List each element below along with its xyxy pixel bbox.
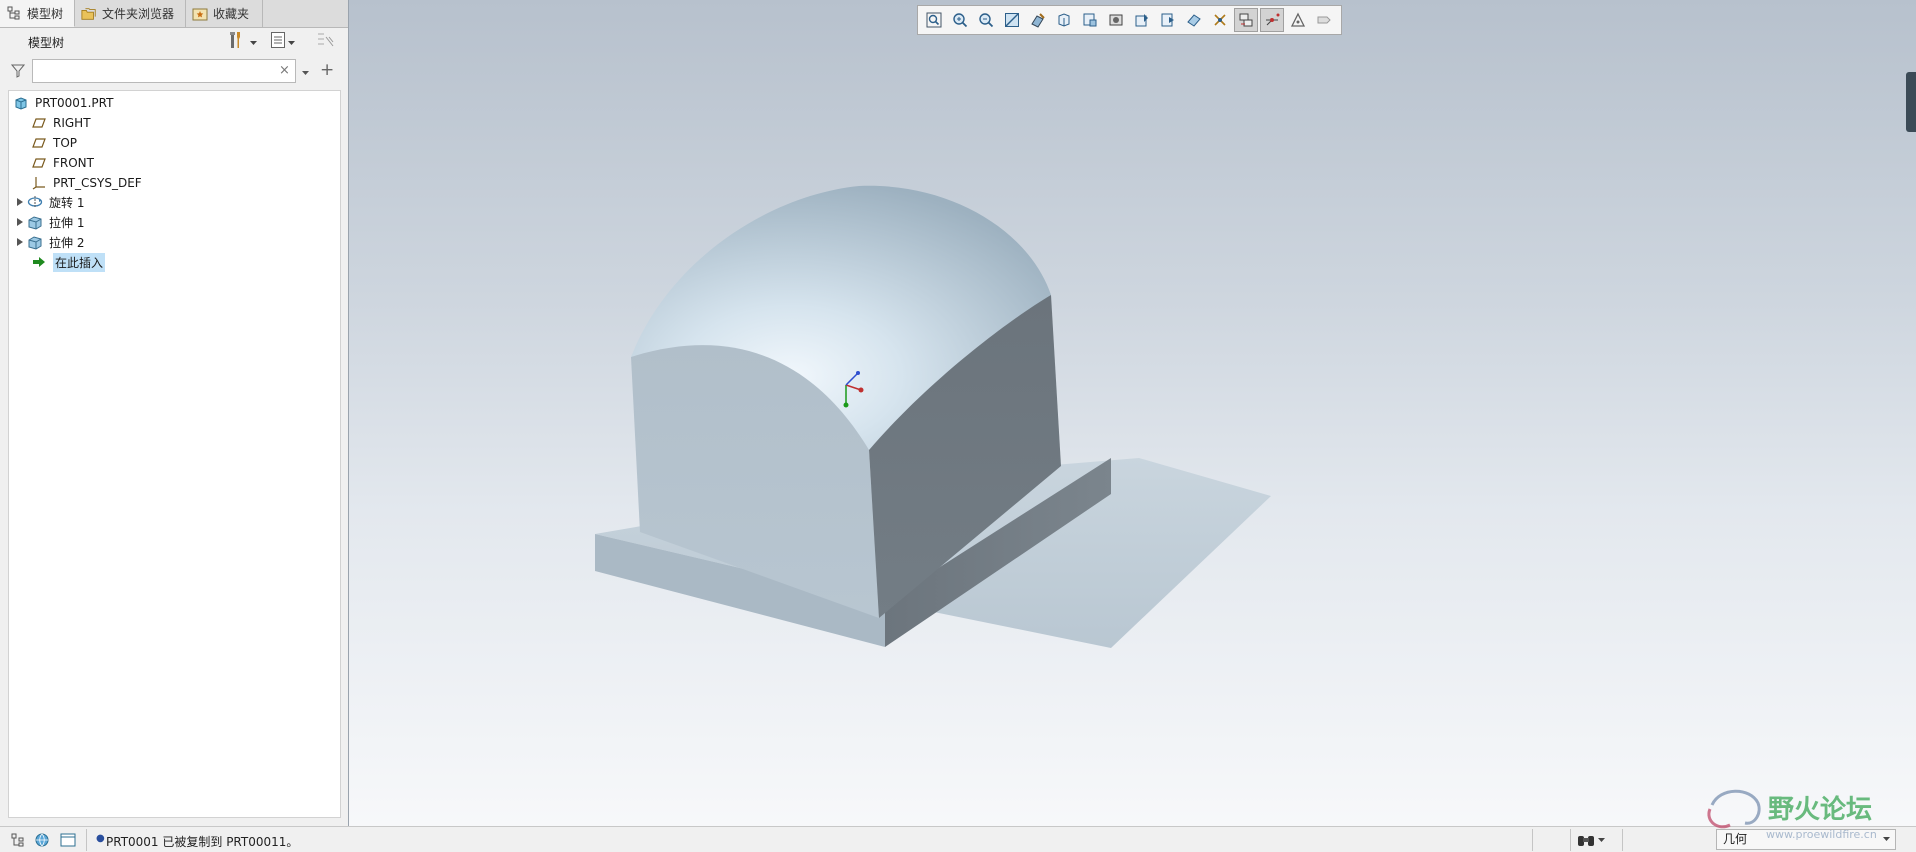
tools-icon [228, 31, 248, 53]
datum-plane-icon [31, 155, 47, 171]
browser-icon [35, 833, 49, 847]
chevron-down-icon [288, 35, 296, 50]
model-tree-icon [6, 5, 22, 21]
message-bullet-icon: ● [96, 833, 105, 844]
tree-node-label: FRONT [53, 156, 94, 170]
side-panel-handle[interactable] [1906, 72, 1916, 132]
filter-icon[interactable] [10, 64, 26, 82]
tree-node-datum-right[interactable]: RIGHT [31, 113, 91, 133]
browser-button[interactable] [33, 831, 51, 849]
binoculars-icon [1578, 836, 1594, 846]
model-tree-panel: 模型树 文件夹浏览器 收藏夹 模型树 × + PRT0001.PRT RIGHT… [0, 0, 349, 826]
expand-arrow-icon[interactable] [16, 237, 24, 247]
insert-arrow-icon [31, 254, 47, 270]
toggle-navigator-button[interactable] [9, 831, 27, 849]
datum-plane-icon [31, 115, 47, 131]
status-bar: ● PRT0001 已被复制到 PRT00011。 几何 [0, 826, 1916, 852]
datum-plane-icon [31, 135, 47, 151]
tree-node-label: 拉伸 1 [49, 215, 85, 230]
watermark-logo: 野火论坛 www.proewildfire.cn [1707, 789, 1877, 841]
status-separator [86, 829, 87, 851]
tree-node-label: RIGHT [53, 116, 91, 130]
folder-browser-icon [81, 6, 97, 22]
tree-node-label: PRT_CSYS_DEF [53, 176, 142, 190]
chevron-down-icon[interactable] [302, 65, 310, 80]
tree-node-label: 旋转 1 [49, 195, 85, 210]
tree-node-label: PRT0001.PRT [35, 96, 114, 110]
tree-node-datum-front[interactable]: FRONT [31, 153, 94, 173]
model-tree: PRT0001.PRT RIGHT TOP FRONT PRT_CSYS_DEF… [8, 90, 341, 818]
chevron-down-icon [1598, 837, 1605, 842]
tree-node-label: 拉伸 2 [49, 235, 85, 250]
tree-node-part[interactable]: PRT0001.PRT [13, 93, 113, 113]
tree-settings-button[interactable] [228, 32, 258, 52]
tree-search-input[interactable] [32, 59, 296, 83]
clear-search-icon[interactable]: × [279, 63, 290, 78]
tab-model-tree[interactable]: 模型树 [0, 0, 75, 27]
tree-filter-row: × + [0, 56, 348, 86]
tab-model-tree-label: 模型树 [27, 6, 64, 21]
extrude-icon [27, 214, 43, 230]
tree-node-revolve-1[interactable]: 旋转 1 [27, 192, 84, 212]
model-tree-title: 模型树 [28, 36, 65, 50]
navigator-icon [11, 833, 24, 847]
panel-tab-bar: 模型树 文件夹浏览器 收藏夹 [0, 0, 348, 28]
full-screen-button[interactable] [59, 831, 77, 849]
tree-node-extrude-1[interactable]: 拉伸 1 [27, 212, 84, 232]
favorites-icon [192, 6, 208, 22]
model-tree-header: 模型树 [0, 28, 348, 56]
show-options-button[interactable] [270, 32, 296, 52]
tree-node-insert-here[interactable]: 在此插入 [31, 252, 106, 272]
tree-node-label: 在此插入 [53, 252, 106, 272]
status-message: PRT0001 已被复制到 PRT00011。 [106, 835, 299, 849]
chevron-down-icon [250, 35, 258, 50]
find-button[interactable] [1577, 830, 1613, 850]
tab-folder-browser-label: 文件夹浏览器 [102, 7, 175, 21]
forum-watermark: 野火论坛 www.proewildfire.cn [1700, 785, 1910, 845]
expand-arrow-icon[interactable] [16, 197, 24, 207]
watermark-title: 野火论坛 [1768, 795, 1872, 825]
tree-node-extrude-2[interactable]: 拉伸 2 [27, 232, 84, 252]
tab-folder-browser[interactable]: 文件夹浏览器 [75, 0, 186, 27]
list-options-icon [270, 31, 286, 53]
expand-arrow-icon[interactable] [16, 217, 24, 227]
tree-node-csys[interactable]: PRT_CSYS_DEF [31, 173, 142, 193]
watermark-url: www.proewildfire.cn [1766, 828, 1877, 841]
add-filter-icon[interactable]: + [320, 60, 334, 80]
status-separator [1532, 829, 1533, 851]
part-model-3d[interactable] [349, 0, 1916, 826]
tree-columns-icon [316, 31, 336, 53]
status-separator [1622, 829, 1623, 851]
tab-favorites-label: 收藏夹 [213, 7, 250, 21]
status-separator [1570, 829, 1571, 851]
graphics-window[interactable] [349, 0, 1916, 826]
tree-node-label: TOP [53, 136, 78, 150]
tree-columns-button[interactable] [316, 32, 336, 52]
window-icon [60, 833, 76, 847]
extrude-icon [27, 234, 43, 250]
part-icon [13, 95, 29, 111]
tree-node-datum-top[interactable]: TOP [31, 133, 77, 153]
csys-icon [31, 175, 47, 191]
revolve-icon [27, 194, 43, 210]
tab-favorites[interactable]: 收藏夹 [186, 0, 263, 27]
